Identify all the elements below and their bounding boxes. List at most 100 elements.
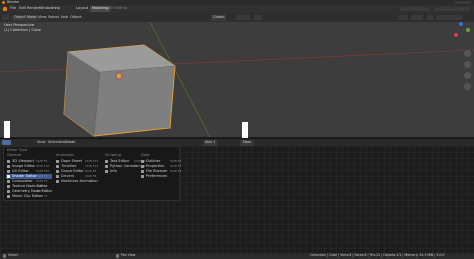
blender-menu-icon[interactable] xyxy=(3,7,7,11)
new-material-button[interactable]: New xyxy=(240,140,254,146)
editor-type-button[interactable] xyxy=(2,15,9,20)
menu-item[interactable]: Texture Node Editor Shift F3 xyxy=(6,184,52,189)
overlays-button[interactable] xyxy=(411,15,423,20)
menu-item-label: Text Editor xyxy=(110,158,130,163)
menu-item-label: Info xyxy=(110,168,117,173)
editor-type-icon xyxy=(141,159,144,163)
editor-type-menu: Editor Type General 3D Viewport Shift F5 Im… xyxy=(3,146,181,201)
mouse-middle-icon xyxy=(116,254,119,258)
menu-item-shortcut: Shift F10 xyxy=(36,163,50,168)
menu-edit[interactable]: Edit xyxy=(19,6,26,11)
camera-view-icon[interactable] xyxy=(464,72,471,79)
editor-type-icon xyxy=(56,159,59,163)
menu-item-shortcut: Shift F5 xyxy=(36,158,48,163)
editor-type-icon xyxy=(7,184,10,188)
editor-type-icon xyxy=(56,169,59,173)
menu-item[interactable]: Nonlinear Animation xyxy=(55,179,101,184)
menu-item-label: Properties xyxy=(146,163,165,168)
object-origin-icon xyxy=(117,74,121,78)
zoom-icon[interactable] xyxy=(464,50,471,57)
viewport-menu-add[interactable]: Add xyxy=(61,15,68,20)
transform-orientation-dropdown[interactable]: Global xyxy=(211,15,227,21)
menu-item-shortcut: Shift F9 xyxy=(170,158,182,163)
menu-item[interactable]: Movie Clip Editor Shift F2 xyxy=(6,194,52,199)
menu-item-label: Preferences xyxy=(146,173,168,178)
menu-item[interactable]: Properties Shift F7 xyxy=(140,164,186,169)
menu-item-shortcut: Shift F3 xyxy=(36,173,48,178)
editor-type-icon xyxy=(105,169,108,173)
editor-type-icon xyxy=(105,159,108,163)
menu-item[interactable]: 3D Viewport Shift F5 xyxy=(6,159,52,164)
menu-item-shortcut: Shift F3 xyxy=(36,188,48,193)
scene-canvas xyxy=(0,22,474,137)
viewport-header: Object Mode View Select Add Object Globa… xyxy=(0,13,474,22)
menu-item-shortcut: Shift F1 xyxy=(170,168,182,173)
tab-uv-editing[interactable]: UV Editing xyxy=(108,6,127,11)
editor-type-dropdown[interactable] xyxy=(2,140,11,145)
menu-item-label: Outliner xyxy=(146,158,161,163)
editor-menu-node[interactable]: Node xyxy=(66,140,75,145)
window-controls[interactable] xyxy=(455,1,471,4)
blender-logo-icon xyxy=(2,1,5,4)
viewport-menu-view[interactable]: View xyxy=(38,15,47,20)
menu-item[interactable]: Preferences xyxy=(140,174,186,179)
menu-item-shortcut: Shift F3 xyxy=(36,183,48,188)
status-pan-hint: Pan View xyxy=(121,253,136,257)
menu-render[interactable]: Render xyxy=(27,6,40,11)
slot-dropdown[interactable]: Slot 1 xyxy=(203,140,218,146)
xray-button[interactable] xyxy=(427,15,433,20)
gizmo-y-axis-icon[interactable] xyxy=(466,28,470,32)
menu-item[interactable]: File Browser Shift F1 xyxy=(140,169,186,174)
pan-hand-icon[interactable] xyxy=(464,61,471,68)
menu-item[interactable]: Timeline Shift F12 xyxy=(55,164,101,169)
menu-item[interactable]: Shader Editor Shift F3 xyxy=(6,174,52,179)
gizmo-x-axis-icon[interactable] xyxy=(454,33,458,37)
tab-layout[interactable]: Layout xyxy=(76,6,88,11)
menu-item-shortcut: Shift F6 xyxy=(85,168,97,173)
menu-item-label: Timeline xyxy=(61,163,77,168)
editor-type-icon xyxy=(7,194,10,198)
menu-item-shortcut: Shift F10 xyxy=(36,168,50,173)
menu-item[interactable]: Outliner Shift F9 xyxy=(140,159,186,164)
top-menu-bar: File Edit Render Window Help Layout Mode… xyxy=(0,5,474,13)
menu-item[interactable]: Graph Editor Shift F6 xyxy=(55,169,101,174)
menu-item[interactable]: Geometry Node Editor Shift F3 xyxy=(6,189,52,194)
menu-help[interactable]: Help xyxy=(52,6,60,11)
viewport-menu-select[interactable]: Select xyxy=(48,15,59,20)
3d-viewport[interactable]: User Perspective (1) Collection | Cube xyxy=(0,22,474,157)
gizmo-z-axis-icon[interactable] xyxy=(459,22,463,26)
navigation-gizmo[interactable] xyxy=(450,22,472,44)
visibility-button[interactable] xyxy=(398,15,408,20)
menu-item-label: Shader Editor xyxy=(12,173,37,178)
editor-menu-add[interactable]: Add xyxy=(59,140,66,145)
menu-item-label: File Browser xyxy=(146,168,168,173)
grid-toggle-icon[interactable] xyxy=(464,83,471,90)
menu-file[interactable]: File xyxy=(10,6,16,11)
proportional-edit-button[interactable] xyxy=(254,15,262,20)
scene-selector[interactable] xyxy=(400,7,430,11)
menu-item[interactable]: Image Editor Shift F10 xyxy=(6,164,52,169)
menu-item-label: UV Editor xyxy=(12,168,29,173)
mode-dropdown[interactable]: Object Mode xyxy=(12,15,39,21)
window-title: Blender xyxy=(7,0,20,4)
menu-item-label: Drivers xyxy=(61,173,74,178)
status-bar: Select Pan View Collection | Cube | Vert… xyxy=(0,253,474,259)
viewport-menu-object[interactable]: Object xyxy=(70,15,82,20)
mouse-left-icon xyxy=(3,254,6,258)
menu-item[interactable]: Compositor Shift F3 xyxy=(6,179,52,184)
shading-buttons[interactable] xyxy=(436,15,462,20)
menu-item[interactable]: Dope Sheet Shift F12 xyxy=(55,159,101,164)
editor-menu-select[interactable]: Select xyxy=(48,140,59,145)
view-layer-selector[interactable] xyxy=(434,7,470,11)
status-select-hint: Select xyxy=(8,253,18,257)
editor-type-icon xyxy=(7,164,10,168)
menu-item-shortcut: Shift F2 xyxy=(36,193,48,198)
editor-type-icon xyxy=(105,164,108,168)
menu-column-heading: General xyxy=(7,153,22,157)
editor-type-icon xyxy=(7,159,10,163)
menu-item-shortcut: Shift F6 xyxy=(85,173,97,178)
menu-item[interactable]: Drivers Shift F6 xyxy=(55,174,101,179)
snap-button[interactable] xyxy=(236,15,250,20)
editor-object-label[interactable]: View xyxy=(37,140,46,145)
menu-item[interactable]: UV Editor Shift F10 xyxy=(6,169,52,174)
